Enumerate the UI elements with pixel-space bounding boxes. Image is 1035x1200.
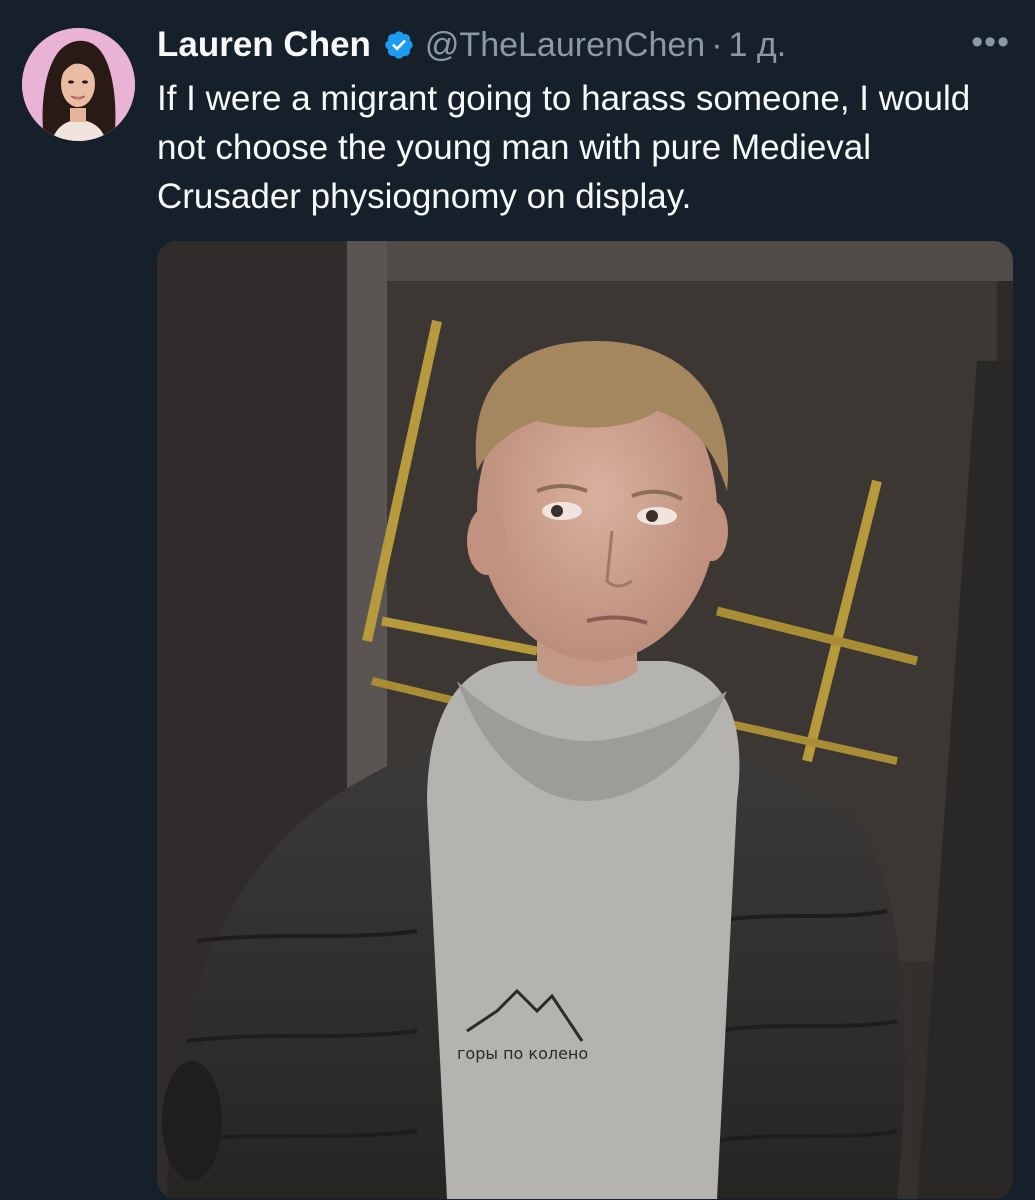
author-name[interactable]: Lauren Chen <box>157 25 371 65</box>
tweet-header: Lauren Chen @TheLaurenChen · 1 д. <box>157 22 786 68</box>
author-handle[interactable]: @TheLaurenChen <box>425 26 705 65</box>
separator-dot: · <box>711 25 723 64</box>
tweet-text: If I were a migrant going to harass some… <box>157 79 971 216</box>
more-options-icon[interactable]: ••• <box>971 22 1010 62</box>
shirt-print-text: горы по колено <box>457 1044 588 1063</box>
tweet-media-image[interactable]: горы по колено <box>157 241 1013 1199</box>
tweet-timestamp[interactable]: 1 д. <box>729 26 787 65</box>
avatar[interactable] <box>22 28 135 141</box>
verified-badge-icon <box>383 29 415 61</box>
tweet[interactable]: Lauren Chen @TheLaurenChen · 1 д. ••• If… <box>0 0 1035 1200</box>
